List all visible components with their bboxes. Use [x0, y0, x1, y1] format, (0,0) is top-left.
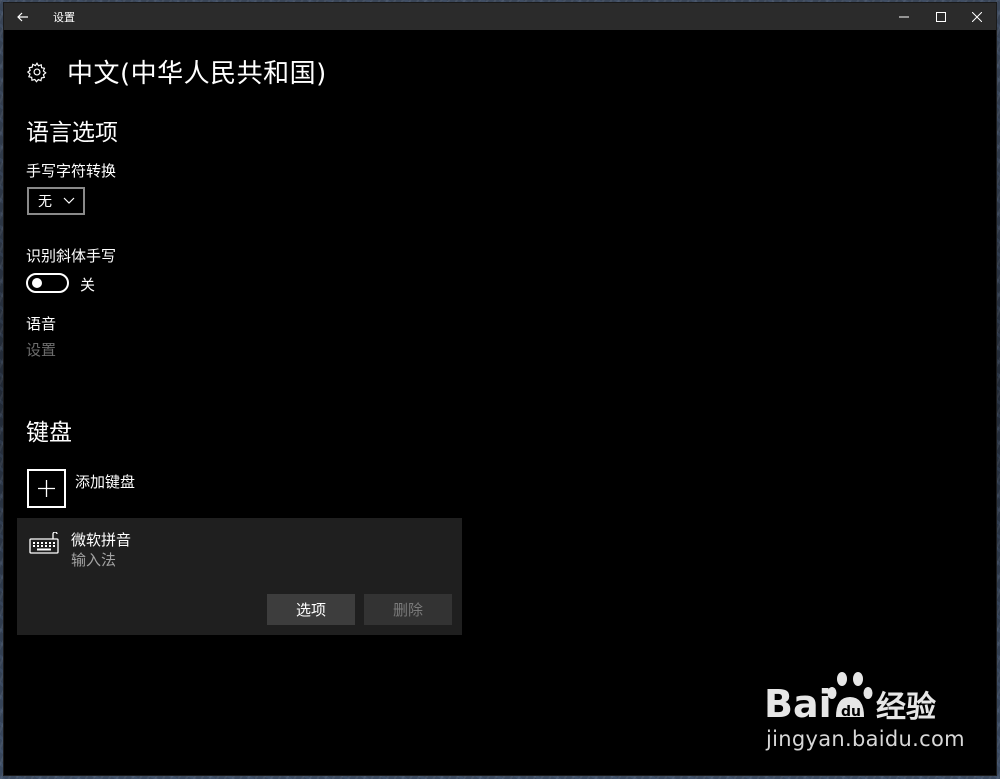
add-keyboard-label: 添加键盘	[75, 473, 136, 491]
minimize-button[interactable]	[885, 3, 923, 30]
add-keyboard-button[interactable]: 添加键盘	[27, 469, 135, 508]
title-bar: 设置	[4, 3, 996, 30]
keyboard-name: 微软拼音	[71, 531, 132, 549]
options-button[interactable]: 选项	[267, 594, 355, 625]
baidu-logo: Bai du 经验	[764, 672, 936, 726]
window-title: 设置	[53, 11, 75, 24]
toggle-knob	[32, 278, 42, 288]
keyboard-item-microsoft-pinyin[interactable]: 微软拼音 输入法 选项 删除	[17, 518, 462, 635]
close-button[interactable]	[958, 3, 996, 30]
close-icon	[972, 11, 982, 22]
speech-settings-link[interactable]: 设置	[26, 339, 56, 360]
svg-text:du: du	[841, 704, 861, 720]
plus-icon-box	[27, 469, 66, 508]
maximize-button[interactable]	[922, 3, 960, 30]
watermark-brand-left: Bai	[764, 682, 832, 726]
handwriting-conversion-dropdown[interactable]: 无	[27, 187, 85, 215]
back-arrow-icon	[17, 12, 28, 21]
speech-label: 语音	[26, 315, 57, 333]
gear-icon	[26, 61, 47, 83]
keyboard-subtitle: 输入法	[71, 551, 117, 569]
plus-icon	[38, 480, 55, 497]
keyboard-heading: 键盘	[26, 420, 72, 446]
watermark-brand-right: 经验	[876, 690, 936, 725]
baidu-jingyan-watermark: Bai du 经验 jingyan.baidu.com	[762, 667, 965, 751]
language-options-heading: 语言选项	[26, 120, 118, 146]
back-button[interactable]	[4, 3, 42, 30]
dropdown-selected-value: 无	[38, 194, 52, 210]
page-header: 中文(中华人民共和国)	[26, 53, 327, 90]
settings-window: 设置 中文(中华人民共和国) 语言选项 手写字符转换 无 识别斜体手写 关 语音	[4, 3, 996, 775]
italic-handwriting-toggle[interactable]	[26, 273, 69, 293]
chevron-down-icon	[63, 197, 75, 204]
minimize-icon	[899, 16, 909, 17]
maximize-icon	[936, 11, 946, 22]
page-title: 中文(中华人民共和国)	[67, 59, 327, 89]
handwriting-conversion-label: 手写字符转换	[26, 162, 117, 180]
watermark-url: jingyan.baidu.com	[766, 727, 965, 751]
keyboard-icon	[29, 532, 59, 554]
remove-button[interactable]: 删除	[364, 594, 452, 625]
toggle-state-label: 关	[80, 276, 96, 294]
italic-handwriting-label: 识别斜体手写	[26, 247, 117, 265]
